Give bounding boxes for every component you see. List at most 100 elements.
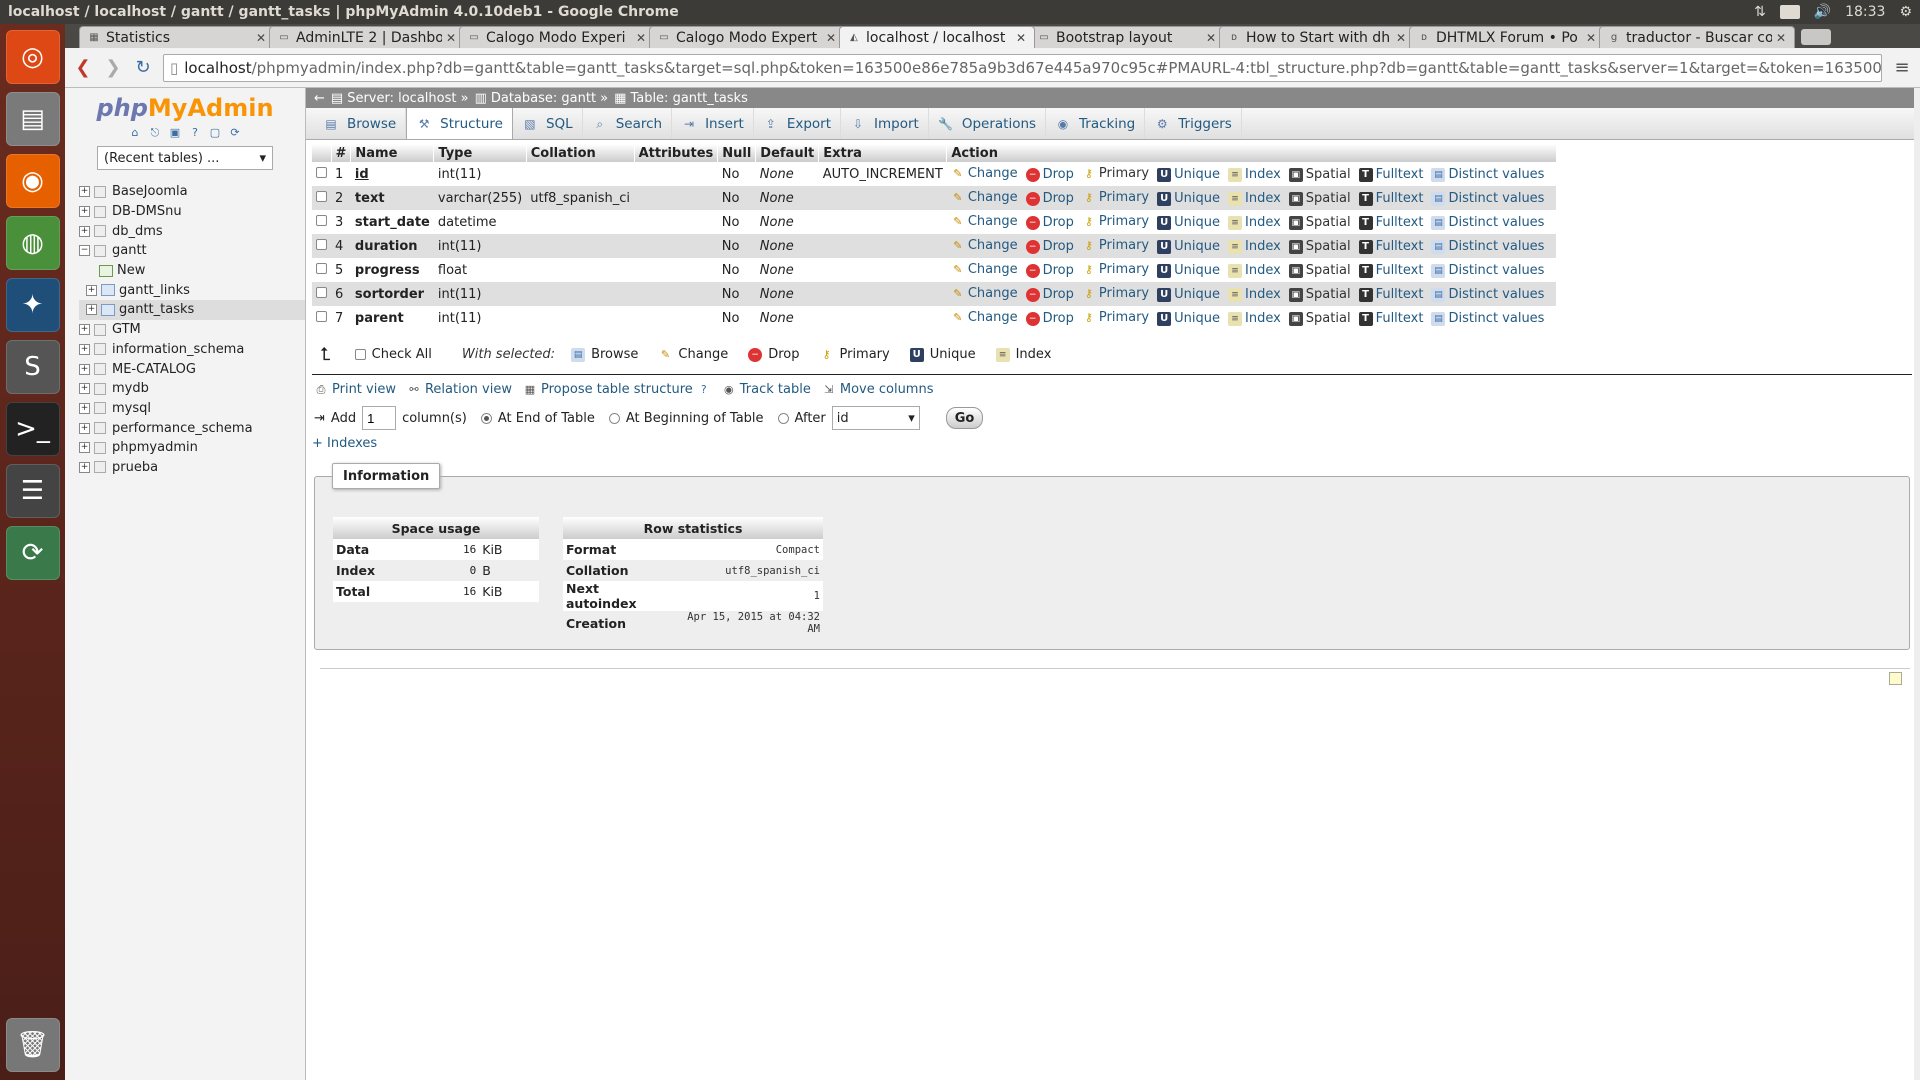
fulltext-action[interactable]: T Fulltext xyxy=(1358,167,1423,182)
db-name[interactable]: DB-DMSnu xyxy=(112,204,182,219)
close-tab-icon[interactable]: ✕ xyxy=(1016,31,1026,45)
tree-db-item[interactable]: + phpmyadmin xyxy=(79,438,305,458)
browser-tab[interactable]: ᴅ DHTMLX Forum • Po ✕ xyxy=(1409,26,1605,48)
close-tab-icon[interactable]: ✕ xyxy=(1206,31,1216,45)
tree-db-item[interactable]: + mysql xyxy=(79,399,305,419)
bulk-primary-button[interactable]: ⚷ Primary xyxy=(819,347,889,362)
expand-icon[interactable]: + xyxy=(79,461,90,473)
tree-table-item-selected[interactable]: + gantt_tasks xyxy=(79,300,305,320)
expand-icon[interactable]: + xyxy=(79,422,90,434)
index-action[interactable]: ≡ Index xyxy=(1228,287,1281,302)
browser-tab[interactable]: g traductor - Buscar co ✕ xyxy=(1599,26,1795,48)
drop-action[interactable]: − Drop xyxy=(1025,167,1074,182)
chrome-icon[interactable]: ◍ xyxy=(5,216,60,270)
spatial-action[interactable]: ▣ Spatial xyxy=(1288,191,1351,206)
close-tab-icon[interactable]: ✕ xyxy=(636,31,646,45)
row-checkbox[interactable] xyxy=(316,214,327,226)
indexes-toggle-link[interactable]: + Indexes xyxy=(312,436,377,451)
bulk-drop-button[interactable]: − Drop xyxy=(748,347,799,362)
index-action[interactable]: ≡ Index xyxy=(1228,311,1281,326)
tab-triggers[interactable]: ⚙ Triggers xyxy=(1145,108,1242,139)
tab-sql[interactable]: ▧ SQL xyxy=(513,108,583,139)
at-end-radio[interactable] xyxy=(480,412,492,424)
fulltext-action[interactable]: T Fulltext xyxy=(1358,239,1423,254)
column-name[interactable]: id xyxy=(350,162,434,186)
drop-action[interactable]: − Drop xyxy=(1025,287,1074,302)
propose-structure-link[interactable]: ▦ Propose table structure? xyxy=(523,382,711,397)
browser-tab[interactable]: ▭ Bootstrap layout ✕ xyxy=(1029,26,1225,48)
mysql-workbench-icon[interactable]: ✦ xyxy=(5,278,60,332)
browser-tab[interactable]: ▭ AdminLTE 2 | Dashbo ✕ xyxy=(269,26,465,48)
tab-search[interactable]: ⌕ Search xyxy=(583,108,673,139)
header-cell[interactable]: Collation xyxy=(526,144,635,162)
unique-action[interactable]: U Unique xyxy=(1157,287,1220,302)
fulltext-action[interactable]: T Fulltext xyxy=(1358,287,1423,302)
column-name[interactable]: start_date xyxy=(350,210,434,234)
tree-db-item-gantt[interactable]: − gantt xyxy=(79,241,305,261)
settings-gear-icon[interactable]: ⚙ xyxy=(1899,4,1912,20)
tree-new-table[interactable]: New xyxy=(79,261,305,281)
expand-icon[interactable]: + xyxy=(79,324,90,336)
expand-icon[interactable]: + xyxy=(79,343,90,355)
primary-action[interactable]: ⚷ Primary xyxy=(1082,166,1149,181)
row-checkbox[interactable] xyxy=(316,310,327,322)
software-updater-icon[interactable]: ⟳ xyxy=(5,526,60,580)
reload-nav-icon[interactable]: ⟳ xyxy=(228,126,242,140)
index-action[interactable]: ≡ Index xyxy=(1228,167,1281,182)
at-end-label[interactable]: At End of Table xyxy=(498,411,595,426)
menu-hamburger-icon[interactable]: ≡ xyxy=(1892,57,1912,78)
firefox-icon[interactable]: ◉ xyxy=(5,154,60,208)
close-tab-icon[interactable]: ✕ xyxy=(1776,31,1786,45)
distinct-values-action[interactable]: ▤ Distinct values xyxy=(1431,191,1544,206)
collapse-nav-icon[interactable]: ← xyxy=(314,91,325,106)
column-name[interactable]: duration xyxy=(350,234,434,258)
unique-action[interactable]: U Unique xyxy=(1157,167,1220,182)
fulltext-action[interactable]: T Fulltext xyxy=(1358,191,1423,206)
tree-db-item[interactable]: + GTM xyxy=(79,320,305,340)
forward-icon[interactable]: ❯ xyxy=(103,57,123,78)
terminal-icon[interactable]: >_ xyxy=(5,402,60,456)
close-tab-icon[interactable]: ✕ xyxy=(446,31,456,45)
tree-db-item[interactable]: + ME-CATALOG xyxy=(79,359,305,379)
tree-db-item[interactable]: + performance_schema xyxy=(79,418,305,438)
index-action[interactable]: ≡ Index xyxy=(1228,263,1281,278)
row-checkbox[interactable] xyxy=(316,238,327,250)
browser-tab[interactable]: ▭ Calogo Modo Expert ✕ xyxy=(649,26,845,48)
distinct-values-action[interactable]: ▤ Distinct values xyxy=(1431,167,1544,182)
spatial-action[interactable]: ▣ Spatial xyxy=(1288,287,1351,302)
db-name[interactable]: GTM xyxy=(112,322,141,337)
check-all-label[interactable]: Check All xyxy=(372,347,432,362)
spatial-action[interactable]: ▣ Spatial xyxy=(1288,167,1351,182)
tab-browse[interactable]: ▤ Browse xyxy=(314,108,407,139)
trash-icon[interactable]: 🗑 xyxy=(5,1018,60,1072)
expand-icon[interactable]: + xyxy=(79,186,90,198)
expand-icon[interactable]: + xyxy=(79,225,90,237)
change-action[interactable]: ✎ Change xyxy=(951,214,1017,229)
table-name[interactable]: gantt_links xyxy=(119,283,190,298)
column-name[interactable]: text xyxy=(350,186,434,210)
docs-icon[interactable]: ? xyxy=(188,126,202,140)
scrollbar[interactable] xyxy=(1914,88,1920,1080)
keyboard-layout-indicator[interactable]: Es xyxy=(1779,5,1800,19)
help-icon[interactable]: ? xyxy=(697,383,711,397)
tab-tracking[interactable]: ◉ Tracking xyxy=(1046,108,1146,139)
drop-action[interactable]: − Drop xyxy=(1025,191,1074,206)
bulk-unique-button[interactable]: U Unique xyxy=(909,347,976,362)
header-cell[interactable]: Default xyxy=(755,144,820,162)
browser-tab[interactable]: ▦ Statistics ✕ xyxy=(79,26,275,48)
at-beginning-radio[interactable] xyxy=(608,412,620,424)
after-radio[interactable] xyxy=(777,412,789,424)
tree-db-item[interactable]: + prueba xyxy=(79,458,305,478)
tree-db-item[interactable]: + BaseJoomla xyxy=(79,182,305,202)
unique-action[interactable]: U Unique xyxy=(1157,191,1220,206)
row-checkbox[interactable] xyxy=(316,166,327,178)
bulk-browse-button[interactable]: ▤ Browse xyxy=(571,347,638,362)
mysql-docs-icon[interactable]: ▢ xyxy=(208,126,222,140)
new-tab-button[interactable] xyxy=(1801,29,1831,45)
header-cell[interactable]: Type xyxy=(433,144,527,162)
ubuntu-dash-icon[interactable]: ◎ xyxy=(5,30,60,84)
reload-icon[interactable]: ↻ xyxy=(133,57,153,78)
change-action[interactable]: ✎ Change xyxy=(951,190,1017,205)
phpmyadmin-logo[interactable]: phpMyAdmin xyxy=(65,94,305,122)
address-bar[interactable]: ▯ localhost/phpmyadmin/index.php?db=gant… xyxy=(163,53,1882,82)
